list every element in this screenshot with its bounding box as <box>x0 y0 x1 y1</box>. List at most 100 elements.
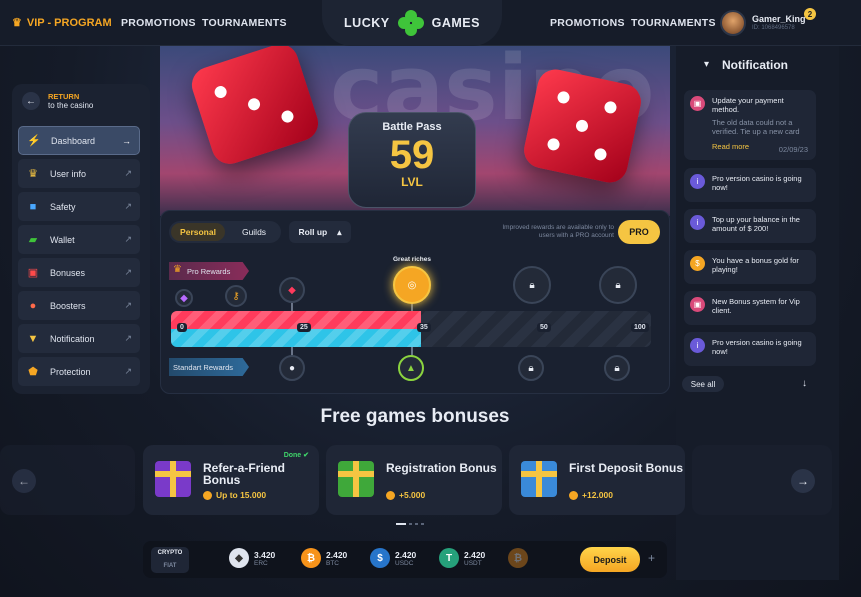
add-icon[interactable]: + <box>648 551 655 565</box>
sidebar-item-notification[interactable]: ▼ Notification ↗ <box>18 324 140 353</box>
arrow-left-icon: ← <box>22 92 40 110</box>
crypto-fiat-toggle[interactable]: CRYPTO FIAT <box>151 547 189 573</box>
crown-icon: ♛ <box>173 264 182 275</box>
pro-reward-gem[interactable]: ◆ <box>279 277 305 303</box>
bonus-amount-text: +5.000 <box>399 490 426 500</box>
sidebar-item-bonuses[interactable]: ▣ Bonuses ↗ <box>18 258 140 287</box>
pro-reward-locked[interactable]: 🔒︎ <box>513 266 551 304</box>
notification-card[interactable]: i Pro version casino is going now! <box>684 168 816 202</box>
notification-subtext: The old data could not a verified. Tie u… <box>712 118 800 136</box>
info-icon: i <box>690 338 705 353</box>
tab-personal[interactable]: Personal <box>171 223 225 241</box>
app-root: ♛ VIP - PROGRAM PROMOTIONS TOURNAMENTS L… <box>0 0 861 597</box>
pro-reward-key[interactable]: ⚷ <box>225 285 247 307</box>
notification-badge: 2 <box>804 8 816 20</box>
standard-reward-bomb[interactable]: ● <box>279 355 305 381</box>
bell-icon: ▼ <box>27 332 39 345</box>
currency-value: 2.420 <box>464 549 486 560</box>
arrow-right-icon: → <box>122 135 131 146</box>
arrow-down-icon[interactable]: ↓ <box>802 378 807 389</box>
pro-reward-locked[interactable]: 🔒︎ <box>599 266 637 304</box>
standard-reward-potion[interactable]: ▲ <box>398 355 424 381</box>
carousel-next-button[interactable]: → <box>791 469 815 493</box>
nav-promotions-left[interactable]: PROMOTIONS <box>121 17 196 29</box>
pro-button[interactable]: PRO <box>618 220 660 244</box>
tick-50: 50 <box>537 323 551 332</box>
sidebar-item-boosters[interactable]: ● Boosters ↗ <box>18 291 140 320</box>
tick-25: 25 <box>297 323 311 332</box>
tick-0: 0 <box>177 323 187 332</box>
bonus-card-partial <box>0 445 135 515</box>
sidebar-item-dashboard[interactable]: ⚡ Dashboard → <box>18 126 140 155</box>
sidebar-item-protection[interactable]: ⬟ Protection ↗ <box>18 357 140 386</box>
progress-fill <box>171 311 421 347</box>
arrow-up-right-icon: ↗ <box>124 267 132 277</box>
sidebar-item-user-info[interactable]: ♛ User info ↗ <box>18 159 140 188</box>
standard-reward-locked[interactable]: 🔒︎ <box>518 355 544 381</box>
bonus-card-amount: +12.000 <box>569 490 613 500</box>
currency-usdt[interactable]: T 2.420 USDT <box>439 548 485 568</box>
notification-text: Pro version casino is going now! <box>712 174 802 192</box>
nav-promotions-right[interactable]: PROMOTIONS <box>550 17 625 29</box>
return-to-casino-button[interactable]: ← RETURN to the casino <box>22 92 93 110</box>
notification-card[interactable]: ▣ New Bonus system for Vip client. <box>684 291 816 325</box>
avatar[interactable] <box>720 10 746 36</box>
notification-text: Top up your balance in the amount of $ 2… <box>712 215 800 233</box>
standard-rewards-text: Standart Rewards <box>173 362 234 372</box>
sidebar-item-label: Protection <box>50 366 91 377</box>
gift-icon <box>155 461 191 497</box>
bitcoin-icon: ₿ <box>301 548 321 568</box>
sidebar-item-label: Boosters <box>50 300 86 311</box>
notification-card[interactable]: ▣ Update your payment method. The old da… <box>684 90 816 160</box>
bonus-card-registration[interactable]: Registration Bonus +5.000 <box>326 445 502 515</box>
notification-text: Pro version casino is going now! <box>712 338 802 356</box>
notification-card[interactable]: i Top up your balance in the amount of $… <box>684 209 816 243</box>
logo[interactable]: LUCKY GAMES <box>322 0 502 46</box>
notification-card[interactable]: $ You have a bonus gold for playing! <box>684 250 816 284</box>
lightning-icon: ⚡ <box>27 135 41 147</box>
sidebar-item-wallet[interactable]: ▰ Wallet ↗ <box>18 225 140 254</box>
nav-tournaments-right[interactable]: TOURNAMENTS <box>631 17 716 29</box>
pro-reward-crystal[interactable]: ◆ <box>175 289 193 307</box>
pro-rewards-text: Pro Rewards <box>187 266 231 276</box>
wallet-bar: CRYPTO FIAT ◆ 3.420 ERC ₿ 2.420 BTC $ 2.42… <box>143 541 667 578</box>
coin-icon <box>203 490 212 500</box>
sidebar-item-safety[interactable]: ■ Safety ↗ <box>18 192 140 221</box>
bonus-card-amount: Up to 15.000 <box>203 490 266 500</box>
vip-label: VIP - PROGRAM <box>26 16 112 29</box>
logo-right-text: GAMES <box>431 16 480 30</box>
pro-hint-text: Improved rewards are available only to u… <box>502 224 614 239</box>
see-all-button[interactable]: See all <box>682 376 724 392</box>
carousel-dots <box>396 523 424 525</box>
bonus-card-title: Registration Bonus <box>386 461 497 475</box>
user-name: Gamer_King <box>752 14 806 24</box>
coin-icon <box>386 490 395 500</box>
free-games-title: Free games bonuses <box>320 406 510 427</box>
vip-program-link[interactable]: ♛ VIP - PROGRAM <box>12 16 112 30</box>
notification-title: Notification <box>722 58 788 72</box>
bonus-card-first-deposit[interactable]: First Deposit Bonus +12.000 <box>509 445 685 515</box>
rewards-panel: Personal Guilds Roll up ▴ Improved rewar… <box>160 210 670 394</box>
bonus-card-refer[interactable]: Refer-a-Friend Bonus Up to 15.000 Done ✔ <box>143 445 319 515</box>
pro-reward-coin[interactable]: ◎ <box>393 266 431 304</box>
caret-up-icon: ▴ <box>337 226 342 237</box>
tick-100: 100 <box>631 323 649 332</box>
notification-card[interactable]: i Pro version casino is going now! <box>684 332 816 366</box>
wallet-icon: ▰ <box>28 234 38 246</box>
tab-guilds[interactable]: Guilds <box>227 227 281 237</box>
roll-up-button[interactable]: Roll up ▴ <box>289 221 351 243</box>
currency-btc[interactable]: ₿ 2.420 BTC <box>301 548 347 568</box>
gift-icon <box>338 461 374 497</box>
currency-usdc[interactable]: $ 2.420 USDC <box>370 548 416 568</box>
currency-erc[interactable]: ◆ 3.420 ERC <box>229 548 275 568</box>
return-sublabel: to the casino <box>48 101 94 110</box>
standard-reward-locked[interactable]: 🔒︎ <box>604 355 630 381</box>
arrow-up-right-icon: ↗ <box>124 333 132 343</box>
currency-value: 3.420 <box>254 549 276 560</box>
usdc-icon: $ <box>370 548 390 568</box>
deposit-button[interactable]: Deposit <box>580 547 640 572</box>
lock-icon: 🔒︎ <box>528 362 534 374</box>
nav-tournaments-left[interactable]: TOURNAMENTS <box>202 17 287 29</box>
tether-icon: T <box>439 548 459 568</box>
done-text: Done <box>283 452 302 459</box>
